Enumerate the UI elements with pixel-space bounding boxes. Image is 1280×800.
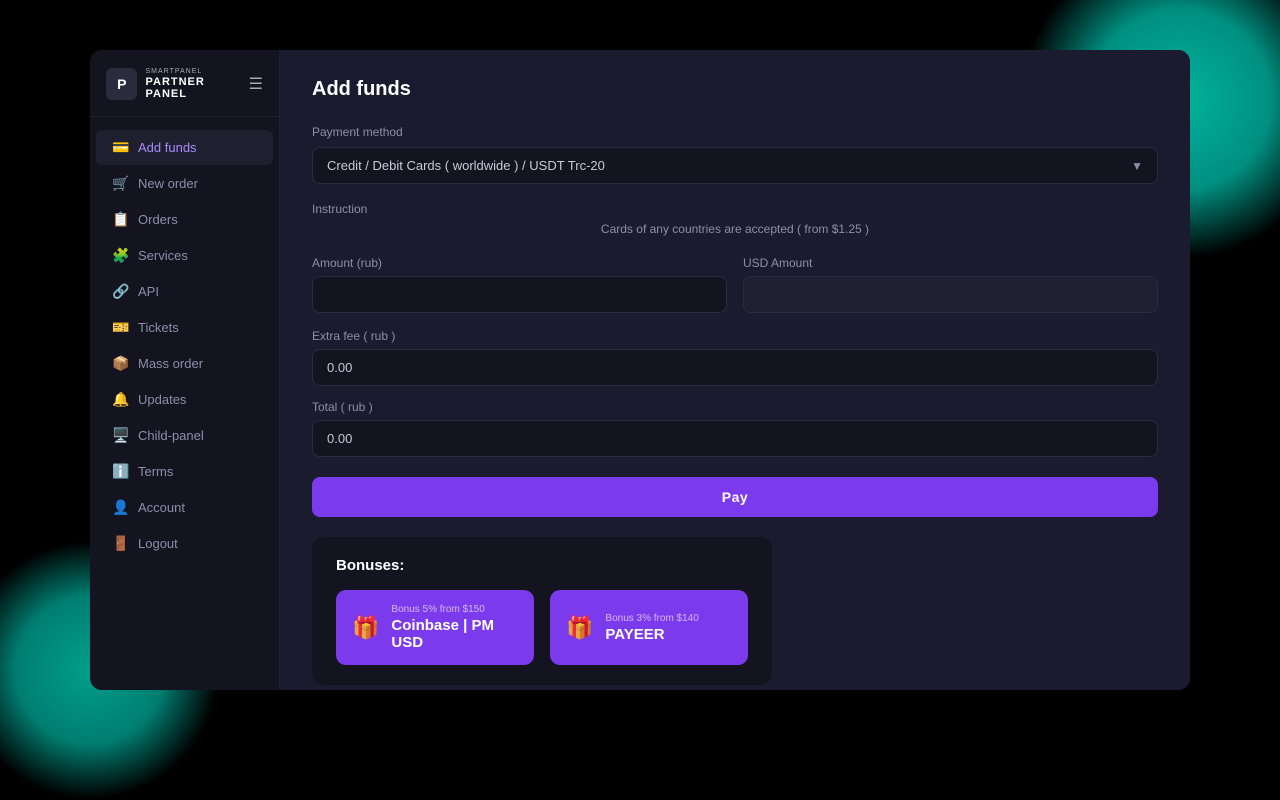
sidebar-nav: 💳 Add funds 🛒 New order 📋 Orders 🧩 Servi… xyxy=(90,117,279,690)
nav-label-child-panel: Child-panel xyxy=(138,428,204,443)
nav-icon-child-panel: 🖥️ xyxy=(112,427,128,444)
chevron-down-icon: ▼ xyxy=(1131,159,1143,173)
gift-icon-1: 🎁 xyxy=(566,615,593,641)
sidebar: P SMARTPANEL PARTNER PANEL ☰ 💳 Add funds… xyxy=(90,50,280,690)
nav-label-new-order: New order xyxy=(138,176,198,191)
payment-method-label: Payment method xyxy=(312,125,1158,139)
hamburger-icon[interactable]: ☰ xyxy=(249,74,263,94)
nav-label-account: Account xyxy=(138,500,185,515)
nav-label-tickets: Tickets xyxy=(138,320,179,335)
bonus-sub-1: Bonus 3% from $140 xyxy=(605,613,698,624)
sidebar-item-add-funds[interactable]: 💳 Add funds xyxy=(96,130,273,165)
nav-icon-mass-order: 📦 xyxy=(112,355,128,372)
instruction-text: Cards of any countries are accepted ( fr… xyxy=(312,222,1158,236)
sidebar-item-new-order[interactable]: 🛒 New order xyxy=(96,166,273,201)
usd-amount-input[interactable] xyxy=(743,276,1158,313)
bonuses-cards: 🎁 Bonus 5% from $150 Coinbase | PM USD 🎁… xyxy=(336,590,748,665)
bonus-sub-0: Bonus 5% from $150 xyxy=(391,604,518,615)
nav-label-orders: Orders xyxy=(138,212,178,227)
sidebar-item-services[interactable]: 🧩 Services xyxy=(96,238,273,273)
total-field: Total ( rub ) xyxy=(312,400,1158,457)
bonus-card-0[interactable]: 🎁 Bonus 5% from $150 Coinbase | PM USD xyxy=(336,590,534,665)
nav-icon-logout: 🚪 xyxy=(112,535,128,552)
logo-area: P SMARTPANEL PARTNER PANEL xyxy=(106,68,249,100)
usd-amount-field-group: USD Amount xyxy=(743,256,1158,313)
nav-icon-new-order: 🛒 xyxy=(112,175,128,192)
nav-icon-api: 🔗 xyxy=(112,283,128,300)
app-container: P SMARTPANEL PARTNER PANEL ☰ 💳 Add funds… xyxy=(90,50,1190,690)
extra-fee-label: Extra fee ( rub ) xyxy=(312,329,1158,343)
nav-label-updates: Updates xyxy=(138,392,186,407)
nav-icon-account: 👤 xyxy=(112,499,128,516)
nav-label-add-funds: Add funds xyxy=(138,140,197,155)
pay-button[interactable]: Pay xyxy=(312,477,1158,517)
bonus-card-text-0: Bonus 5% from $150 Coinbase | PM USD xyxy=(391,604,518,651)
extra-fee-input[interactable] xyxy=(312,349,1158,386)
amount-rub-label: Amount (rub) xyxy=(312,256,727,270)
payment-method-dropdown[interactable]: Credit / Debit Cards ( worldwide ) / USD… xyxy=(312,147,1158,184)
nav-icon-updates: 🔔 xyxy=(112,391,128,408)
sidebar-item-orders[interactable]: 📋 Orders xyxy=(96,202,273,237)
sidebar-item-updates[interactable]: 🔔 Updates xyxy=(96,382,273,417)
sidebar-item-mass-order[interactable]: 📦 Mass order xyxy=(96,346,273,381)
extra-fee-field: Extra fee ( rub ) xyxy=(312,329,1158,386)
total-input[interactable] xyxy=(312,420,1158,457)
nav-label-mass-order: Mass order xyxy=(138,356,203,371)
logo-icon: P xyxy=(106,68,137,100)
bonuses-title: Bonuses: xyxy=(336,557,748,574)
amount-row: Amount (rub) USD Amount xyxy=(312,256,1158,313)
total-label: Total ( rub ) xyxy=(312,400,1158,414)
amount-rub-input[interactable] xyxy=(312,276,727,313)
sidebar-item-account[interactable]: 👤 Account xyxy=(96,490,273,525)
gift-icon-0: 🎁 xyxy=(352,615,379,641)
sidebar-item-terms[interactable]: ℹ️ Terms xyxy=(96,454,273,489)
bonus-name-0: Coinbase | PM USD xyxy=(391,617,518,651)
logo-text: SMARTPANEL PARTNER PANEL xyxy=(145,68,248,100)
nav-label-terms: Terms xyxy=(138,464,173,479)
bonus-card-text-1: Bonus 3% from $140 PAYEER xyxy=(605,613,698,643)
bonus-card-1[interactable]: 🎁 Bonus 3% from $140 PAYEER xyxy=(550,590,748,665)
sidebar-item-child-panel[interactable]: 🖥️ Child-panel xyxy=(96,418,273,453)
nav-icon-tickets: 🎫 xyxy=(112,319,128,336)
nav-icon-add-funds: 💳 xyxy=(112,139,128,156)
usd-amount-label: USD Amount xyxy=(743,256,1158,270)
nav-label-logout: Logout xyxy=(138,536,178,551)
page-title: Add funds xyxy=(312,78,1158,101)
amount-rub-field-group: Amount (rub) xyxy=(312,256,727,313)
sidebar-header: P SMARTPANEL PARTNER PANEL ☰ xyxy=(90,50,279,117)
main-content: Add funds Payment method Credit / Debit … xyxy=(280,50,1190,690)
sidebar-item-tickets[interactable]: 🎫 Tickets xyxy=(96,310,273,345)
sidebar-item-api[interactable]: 🔗 API xyxy=(96,274,273,309)
nav-label-services: Services xyxy=(138,248,188,263)
instruction-label: Instruction xyxy=(312,202,1158,216)
bonus-name-1: PAYEER xyxy=(605,626,698,643)
nav-label-api: API xyxy=(138,284,159,299)
sidebar-item-logout[interactable]: 🚪 Logout xyxy=(96,526,273,561)
payment-method-value: Credit / Debit Cards ( worldwide ) / USD… xyxy=(327,158,605,173)
bonuses-section: Bonuses: 🎁 Bonus 5% from $150 Coinbase |… xyxy=(312,537,772,685)
nav-icon-orders: 📋 xyxy=(112,211,128,228)
nav-icon-services: 🧩 xyxy=(112,247,128,264)
nav-icon-terms: ℹ️ xyxy=(112,463,128,480)
